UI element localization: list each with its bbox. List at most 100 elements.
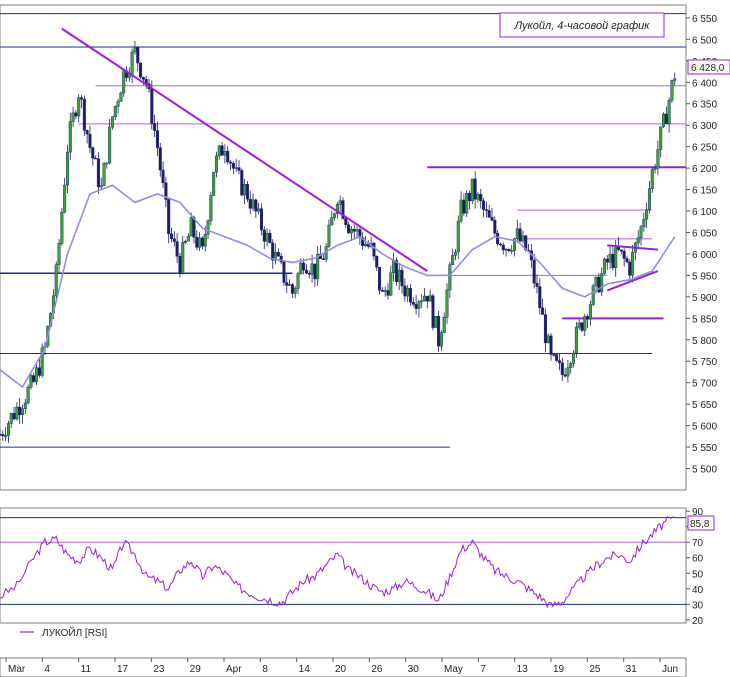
last-price-label: 6 428,0	[691, 63, 725, 74]
candle-body	[4, 435, 8, 437]
price-axis-tick-label: 5 650	[692, 400, 717, 411]
candle-body	[276, 252, 280, 257]
candle-body	[659, 126, 663, 150]
candle-body	[288, 284, 292, 286]
date-axis-tick-label: 20	[335, 664, 347, 675]
candle-body	[257, 208, 261, 212]
candle-body	[622, 250, 626, 259]
candle-body	[555, 354, 559, 361]
candle-body	[105, 162, 109, 165]
candle-body	[496, 233, 500, 245]
candle-body	[670, 80, 674, 101]
candle-body	[330, 217, 334, 226]
candle-body	[310, 263, 314, 275]
candle-body	[240, 170, 244, 196]
candle-body	[333, 213, 337, 218]
candle-body	[650, 169, 654, 189]
chart-title: Лукойл, 4-часовой график	[514, 20, 651, 32]
date-axis-tick-label: May	[444, 664, 463, 675]
date-axis-tick-label: 8	[262, 664, 268, 675]
candle-body	[91, 147, 95, 159]
candle-body	[304, 269, 308, 274]
candle-body	[265, 232, 269, 242]
rsi-legend-label: ЛУКОЙЛ [RSI]	[42, 626, 107, 639]
candle-body	[20, 408, 24, 415]
candle-body	[572, 352, 576, 364]
candle-body	[217, 145, 221, 157]
candle-body	[577, 322, 581, 328]
candle-body	[631, 252, 635, 276]
candle-body	[459, 199, 463, 222]
candle-body	[504, 248, 508, 251]
candle-body	[82, 98, 86, 131]
candle-body	[198, 237, 202, 248]
price-axis-tick-label: 5 900	[692, 293, 717, 304]
candle-body	[462, 199, 466, 214]
candle-body	[442, 317, 446, 333]
candle-body	[468, 193, 472, 202]
candle-body	[574, 326, 578, 354]
price-axis-tick-label: 6 250	[692, 143, 717, 154]
candle-body	[74, 112, 78, 117]
candle-body	[212, 171, 216, 196]
candle-body	[510, 250, 514, 252]
candle-body	[423, 295, 427, 302]
candle-body	[32, 375, 36, 382]
candle-body	[268, 232, 272, 243]
candle-body	[484, 209, 488, 211]
candle-body	[482, 200, 486, 210]
candle-body	[122, 70, 126, 94]
price-axis-tick-label: 5 550	[692, 443, 717, 454]
candle-body	[259, 208, 263, 231]
candle-body	[580, 322, 584, 331]
candle-body	[543, 314, 547, 344]
candle-body	[549, 335, 553, 355]
candle-body	[108, 126, 112, 164]
candle-body	[68, 121, 72, 153]
candle-body	[349, 228, 353, 234]
candle-body	[673, 78, 677, 81]
candle-body	[414, 304, 418, 309]
candle-body	[535, 282, 539, 287]
date-axis-tick-label: Jun	[662, 664, 678, 675]
candle-body	[12, 413, 16, 420]
candle-body	[380, 289, 384, 292]
candle-body	[662, 113, 666, 127]
rsi-last-value-label: 85,8	[690, 519, 710, 530]
candle-body	[507, 248, 511, 252]
candle-body	[158, 147, 162, 171]
candle-body	[647, 188, 651, 210]
candle-body	[532, 259, 536, 284]
candle-body	[102, 163, 106, 186]
candle-body	[195, 237, 199, 248]
candle-body	[352, 228, 356, 232]
candle-body	[63, 184, 67, 213]
candle-body	[355, 229, 359, 232]
price-axis-tick-label: 6 400	[692, 78, 717, 89]
candle-body	[1, 434, 5, 437]
date-axis-tick-label: 25	[589, 664, 601, 675]
candle-body	[23, 402, 27, 410]
candle-body	[130, 51, 134, 75]
candle-body	[392, 259, 396, 274]
candle-body	[54, 264, 58, 296]
date-axis-tick-label: 26	[371, 664, 383, 675]
price-axis-tick-label: 6 500	[692, 35, 717, 46]
candle-body	[397, 269, 401, 283]
candle-body	[338, 200, 342, 205]
candle-body	[521, 235, 525, 242]
candle-body	[203, 234, 207, 247]
price-axis-tick-label: 6 100	[692, 207, 717, 218]
chart-title-box: Лукойл, 4-часовой график	[499, 12, 665, 38]
candle-body	[302, 262, 306, 271]
candle-body	[231, 162, 235, 169]
candle-body	[347, 224, 351, 234]
candle-body	[254, 199, 258, 212]
candle-body	[518, 228, 522, 242]
candle-body	[209, 195, 213, 222]
candle-body	[642, 218, 646, 227]
last-price-badge: 6 428,0	[687, 59, 730, 75]
candle-body	[569, 363, 573, 368]
rsi-panel: 2030405060708090 85,8 ЛУКОЙЛ [RSI]	[0, 507, 715, 639]
candle-body	[184, 240, 188, 243]
